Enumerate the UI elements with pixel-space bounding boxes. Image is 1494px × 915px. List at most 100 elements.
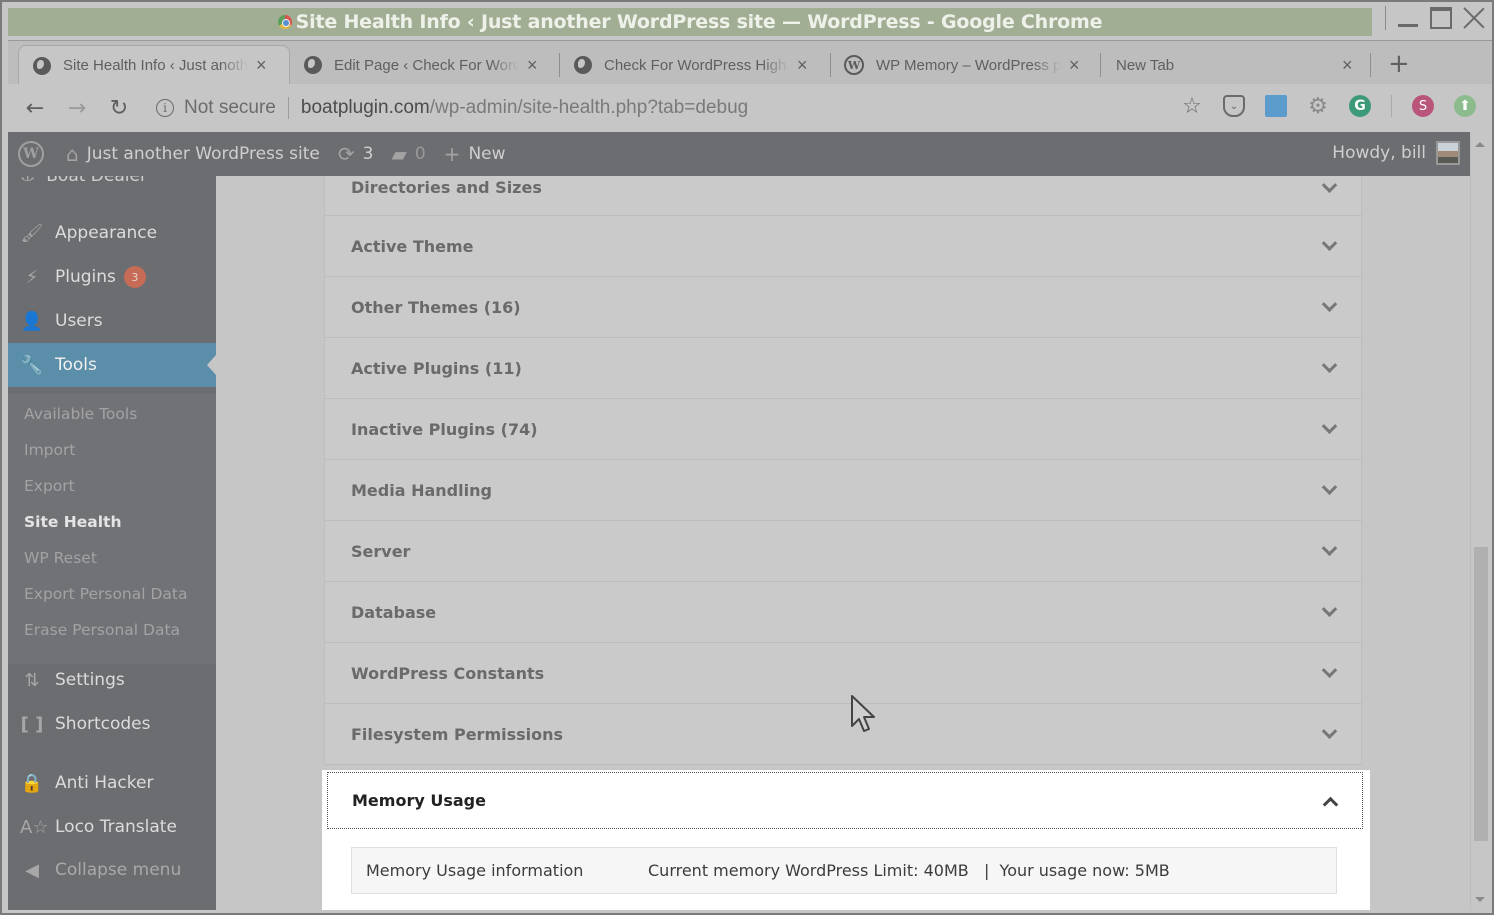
sidebar-item-shortcodes[interactable]: [ ] Shortcodes	[8, 702, 216, 746]
site-name: Just another WordPress site	[86, 144, 320, 164]
forward-button[interactable]: →	[56, 96, 98, 121]
wordpress-icon: W	[844, 55, 864, 75]
section-title: Database	[351, 602, 437, 622]
scroll-down-icon[interactable]	[1475, 897, 1485, 902]
minimize-icon[interactable]	[1396, 6, 1420, 30]
collapse-menu-button[interactable]: ◀ Collapse menu	[8, 848, 216, 892]
howdy-text: Howdy, bill	[1332, 143, 1426, 163]
memory-usage-toggle[interactable]: Memory Usage	[327, 772, 1363, 829]
tab-close-icon[interactable]: ×	[1342, 55, 1353, 76]
wordpress-icon[interactable]: W	[18, 141, 44, 167]
tab-label: Edit Page ‹ Check For WordPress	[334, 56, 519, 74]
tab-new-tab[interactable]: New Tab ×	[1102, 45, 1362, 85]
site-name-link[interactable]: ⌂ Just another WordPress site	[66, 142, 320, 166]
address-bar[interactable]: boatplugin.com/wp-admin/site-health.php?…	[301, 97, 748, 119]
star-icon[interactable]: ☆	[1181, 94, 1203, 119]
updates-link[interactable]: ⟳ 3	[338, 142, 374, 166]
section-filesystem-permissions[interactable]: Filesystem Permissions	[324, 704, 1362, 765]
updates-count: 3	[362, 144, 374, 164]
section-title: WordPress Constants	[351, 663, 545, 683]
section-media-handling[interactable]: Media Handling	[324, 460, 1362, 521]
divider	[1391, 95, 1392, 117]
profile-icon[interactable]: S	[1412, 95, 1434, 117]
section-title: Directories and Sizes	[351, 178, 542, 197]
maximize-icon[interactable]	[1430, 7, 1452, 29]
submenu-export-personal-data[interactable]: Export Personal Data	[24, 585, 188, 603]
sidebar-item-appearance[interactable]: 🖌 Appearance	[8, 211, 216, 255]
chevron-down-icon	[1321, 479, 1338, 496]
tab-edit-page[interactable]: Edit Page ‹ Check For WordPress ×	[290, 45, 560, 85]
section-database[interactable]: Database	[324, 582, 1362, 643]
sidebar-item-loco-translate[interactable]: A☆ Loco Translate	[8, 805, 216, 849]
tab-site-health[interactable]: Site Health Info ‹ Just another WordPres…	[18, 45, 290, 85]
scrollbar-thumb[interactable]	[1474, 547, 1488, 841]
tab-divider	[1100, 53, 1101, 77]
sidebar-item-plugins[interactable]: ⚡ Plugins 3	[8, 255, 216, 299]
submenu-available-tools[interactable]: Available Tools	[24, 405, 137, 423]
page-scrollbar[interactable]	[1470, 132, 1490, 910]
tab-check-memory[interactable]: Check For WordPress High Memory ×	[560, 45, 830, 85]
sidebar-item-anti-hacker[interactable]: 🔒 Anti Hacker	[8, 761, 216, 805]
security-indicator[interactable]: Not secure	[184, 97, 276, 119]
sidebar-item-settings[interactable]: ⇅ Settings	[8, 658, 216, 702]
tab-close-icon[interactable]: ×	[256, 55, 267, 76]
close-icon[interactable]	[1462, 6, 1486, 30]
url-host: boatplugin.com	[300, 97, 430, 118]
info-icon[interactable]: i	[156, 99, 174, 117]
tab-label: Site Health Info ‹ Just another WordPres…	[63, 57, 248, 74]
tools-submenu: Available Tools Import Export Site Healt…	[8, 394, 216, 664]
upload-icon[interactable]: ⬆	[1454, 95, 1476, 117]
sidebar-item-label: Anti Hacker	[55, 773, 154, 793]
section-active-plugins[interactable]: Active Plugins (11)	[324, 338, 1362, 399]
pocket-icon[interactable]: ⌄	[1223, 95, 1245, 117]
layout-icon[interactable]	[1265, 95, 1287, 117]
section-other-themes[interactable]: Other Themes (16)	[324, 277, 1362, 338]
back-button[interactable]: ←	[14, 96, 56, 121]
plus-icon: +	[443, 142, 461, 166]
tab-close-icon[interactable]: ×	[797, 55, 808, 76]
tab-wp-memory[interactable]: W WP Memory – WordPress plugin ×	[830, 45, 1100, 85]
submenu-export[interactable]: Export	[24, 477, 75, 495]
admin-sidebar: ⚓ Boat Dealer 🖌 Appearance ⚡ Plugins 3 👤…	[8, 176, 216, 910]
sidebar-item-label: Tools	[55, 355, 97, 375]
section-title: Active Theme	[351, 236, 474, 256]
sidebar-item-label: Collapse menu	[55, 860, 182, 880]
tab-strip: Site Health Info ‹ Just another WordPres…	[8, 40, 1492, 85]
sidebar-item-users[interactable]: 👤 Users	[8, 299, 216, 343]
plugins-update-badge: 3	[123, 266, 146, 288]
section-directories-and-sizes[interactable]: Directories and Sizes	[324, 176, 1362, 216]
window-titlebar[interactable]: Site Health Info ‹ Just another WordPres…	[8, 8, 1372, 36]
refresh-icon: ⟳	[337, 142, 355, 166]
translate-icon: A☆	[20, 816, 49, 838]
comments-count: 0	[414, 144, 426, 164]
window-controls	[1385, 6, 1486, 30]
section-inactive-plugins[interactable]: Inactive Plugins (74)	[324, 399, 1362, 460]
new-tab-button[interactable]: +	[1388, 49, 1410, 79]
grammarly-icon[interactable]: G	[1349, 95, 1371, 117]
section-server[interactable]: Server	[324, 521, 1362, 582]
gear-icon[interactable]: ⚙	[1307, 94, 1329, 119]
tab-close-icon[interactable]: ×	[527, 55, 538, 76]
sidebar-item-tools[interactable]: 🔧 Tools	[8, 343, 216, 387]
comments-link[interactable]: ▰ 0	[391, 142, 425, 166]
chevron-down-icon	[1321, 601, 1338, 618]
avatar	[1436, 141, 1460, 165]
section-wordpress-constants[interactable]: WordPress Constants	[324, 643, 1362, 704]
scroll-up-icon[interactable]	[1475, 142, 1485, 147]
user-account-menu[interactable]: Howdy, bill	[1332, 141, 1460, 165]
chevron-down-icon	[1321, 540, 1338, 557]
reload-button[interactable]: ↻	[98, 96, 140, 121]
section-active-theme[interactable]: Active Theme	[324, 216, 1362, 277]
submenu-erase-personal-data[interactable]: Erase Personal Data	[24, 621, 180, 639]
sidebar-item-label: Shortcodes	[55, 714, 151, 734]
submenu-import[interactable]: Import	[24, 441, 75, 459]
tab-close-icon[interactable]: ×	[1069, 55, 1080, 76]
submenu-site-health[interactable]: Site Health	[24, 513, 122, 531]
submenu-wp-reset[interactable]: WP Reset	[24, 549, 97, 567]
window-title: Site Health Info ‹ Just another WordPres…	[277, 11, 1103, 33]
globe-icon	[33, 56, 51, 75]
sidebar-item-boat-dealer[interactable]: ⚓ Boat Dealer	[20, 176, 147, 186]
divider	[1385, 6, 1386, 30]
new-content-link[interactable]: + New	[444, 142, 506, 166]
globe-icon	[574, 56, 592, 74]
